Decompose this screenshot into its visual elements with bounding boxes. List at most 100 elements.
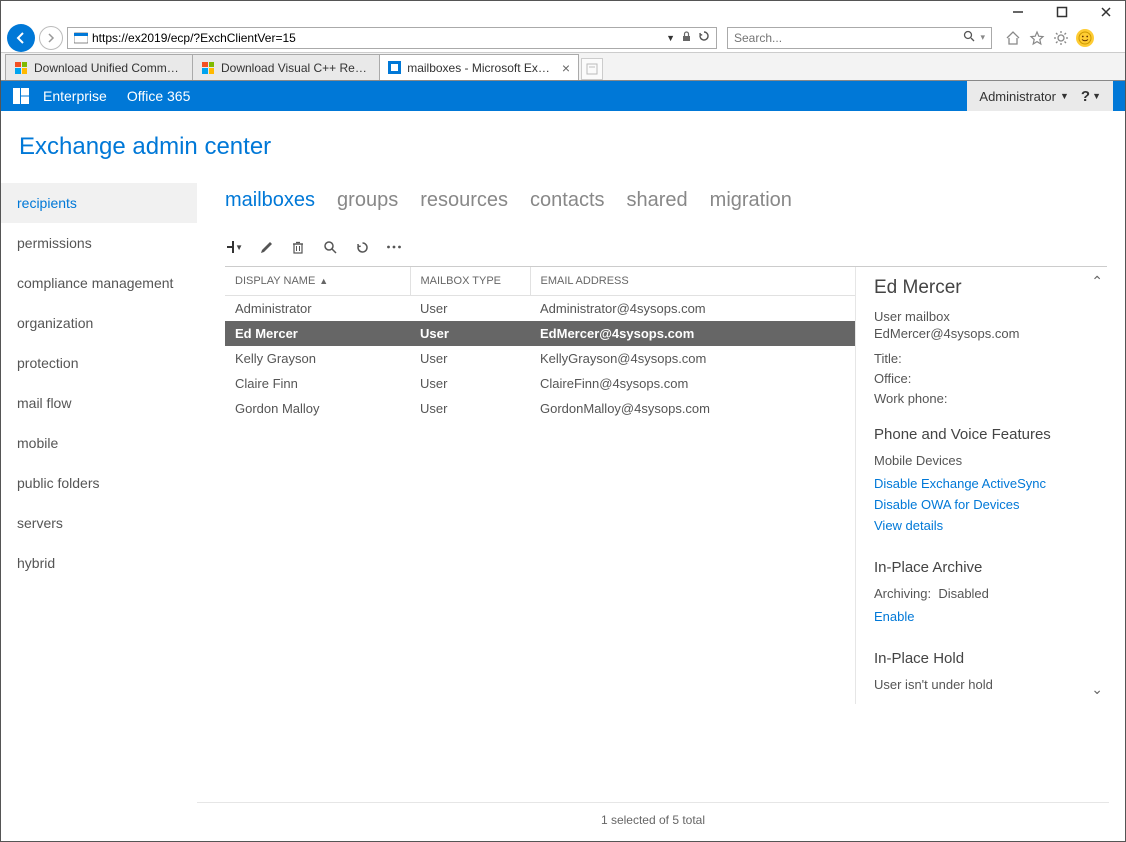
table-row[interactable]: Gordon MalloyUserGordonMalloy@4sysops.co… — [225, 396, 855, 421]
tab-mailboxes-active[interactable]: mailboxes - Microsoft Exch... × — [379, 54, 579, 80]
lock-icon — [681, 30, 692, 45]
section-archive: In-Place Archive — [874, 559, 1097, 576]
status-footer: 1 selected of 5 total — [197, 802, 1109, 827]
sidebar-item-servers[interactable]: servers — [1, 503, 197, 543]
cell-email: ClaireFinn@4sysops.com — [530, 371, 855, 396]
refresh-button[interactable] — [353, 238, 371, 256]
sidebar: recipientspermissionscompliance manageme… — [1, 183, 197, 839]
col-email[interactable]: EMAIL ADDRESS — [530, 267, 855, 296]
table-row[interactable]: Ed MercerUserEdMercer@4sysops.com — [225, 321, 855, 346]
help-icon: ? — [1081, 88, 1090, 105]
col-mailbox-type[interactable]: MAILBOX TYPE — [410, 267, 530, 296]
subtab-groups[interactable]: groups — [337, 189, 398, 212]
url-input[interactable] — [92, 31, 662, 45]
cell-name: Gordon Malloy — [225, 396, 410, 421]
window-maximize-button[interactable] — [1049, 2, 1075, 22]
subtab-shared[interactable]: shared — [627, 189, 688, 212]
more-button[interactable] — [385, 238, 403, 256]
subtab-resources[interactable]: resources — [420, 189, 508, 212]
table-row[interactable]: Kelly GraysonUserKellyGrayson@4sysops.co… — [225, 346, 855, 371]
sidebar-item-protection[interactable]: protection — [1, 343, 197, 383]
cell-type: User — [410, 296, 530, 322]
search-icon[interactable] — [963, 30, 976, 46]
app-launcher-icon[interactable] — [13, 88, 29, 104]
tab-title: Download Unified Communic... — [34, 61, 184, 75]
details-pane: ⌃ Ed Mercer User mailbox EdMercer@4sysop… — [855, 267, 1107, 704]
details-name: Ed Mercer — [874, 277, 1097, 299]
link-view-details[interactable]: View details — [874, 518, 943, 533]
sidebar-item-public-folders[interactable]: public folders — [1, 463, 197, 503]
smiley-icon[interactable] — [1076, 29, 1094, 47]
subtab-migration[interactable]: migration — [710, 189, 792, 212]
sidebar-item-organization[interactable]: organization — [1, 303, 197, 343]
admin-menu[interactable]: Administrator ▼ — [979, 89, 1069, 104]
site-favicon-icon — [74, 31, 88, 45]
sidebar-item-permissions[interactable]: permissions — [1, 223, 197, 263]
link-disable-owa[interactable]: Disable OWA for Devices — [874, 497, 1019, 512]
refresh-icon[interactable] — [698, 30, 710, 45]
tab-title: mailboxes - Microsoft Exch... — [407, 61, 552, 75]
scroll-down-icon[interactable]: ⌄ — [1091, 681, 1103, 698]
subtab-contacts[interactable]: contacts — [530, 189, 604, 212]
mobile-devices-label: Mobile Devices — [874, 453, 1097, 468]
nav-enterprise[interactable]: Enterprise — [43, 88, 107, 104]
window-minimize-button[interactable] — [1005, 2, 1031, 22]
browser-search-input[interactable] — [734, 31, 959, 45]
sidebar-item-mail-flow[interactable]: mail flow — [1, 383, 197, 423]
help-menu[interactable]: ? ▼ — [1081, 88, 1101, 105]
browser-search-box[interactable]: ▾ — [727, 27, 992, 49]
sidebar-item-recipients[interactable]: recipients — [1, 183, 197, 223]
nav-office365[interactable]: Office 365 — [127, 88, 191, 104]
col-display-name[interactable]: DISPLAY NAME▲ — [225, 267, 410, 296]
archiving-row: Archiving: Disabled — [874, 586, 1097, 601]
ms-favicon-icon — [14, 61, 28, 75]
tab-close-icon[interactable]: × — [562, 60, 570, 76]
address-bar[interactable]: ▼ — [67, 27, 717, 49]
scroll-up-icon[interactable]: ⌃ — [1091, 273, 1103, 290]
section-phone-voice: Phone and Voice Features — [874, 426, 1097, 443]
cell-name: Kelly Grayson — [225, 346, 410, 371]
link-enable-archive[interactable]: Enable — [874, 609, 914, 624]
add-button[interactable]: ▼ — [225, 238, 243, 256]
favorites-icon[interactable] — [1028, 29, 1046, 47]
ms-favicon-icon — [201, 61, 215, 75]
cell-email: Administrator@4sysops.com — [530, 296, 855, 322]
details-title: Title: — [874, 351, 1097, 366]
sidebar-item-hybrid[interactable]: hybrid — [1, 543, 197, 583]
nav-forward-button[interactable] — [39, 26, 63, 50]
section-hold: In-Place Hold — [874, 650, 1097, 667]
content-tabs: mailboxes groups resources contacts shared mi… — [225, 183, 1107, 238]
cell-type: User — [410, 346, 530, 371]
cell-email: KellyGrayson@4sysops.com — [530, 346, 855, 371]
cell-name: Ed Mercer — [225, 321, 410, 346]
edit-button[interactable] — [257, 238, 275, 256]
browser-tab-bar: Download Unified Communic... Download Vi… — [1, 53, 1125, 81]
table-toolbar: ▼ — [225, 238, 1107, 266]
table-row[interactable]: Claire FinnUserClaireFinn@4sysops.com — [225, 371, 855, 396]
delete-button[interactable] — [289, 238, 307, 256]
search-dropdown-icon[interactable]: ▾ — [980, 32, 985, 43]
table-row[interactable]: AdministratorUserAdministrator@4sysops.c… — [225, 296, 855, 322]
tab-download-visual-cpp[interactable]: Download Visual C++ Redistri... — [192, 54, 380, 80]
cell-name: Administrator — [225, 296, 410, 322]
home-icon[interactable] — [1004, 29, 1022, 47]
tab-download-unified[interactable]: Download Unified Communic... — [5, 54, 193, 80]
cell-email: EdMercer@4sysops.com — [530, 321, 855, 346]
new-tab-button[interactable] — [581, 58, 603, 80]
window-close-button[interactable] — [1093, 2, 1119, 22]
sidebar-item-compliance-management[interactable]: compliance management — [1, 263, 197, 303]
sort-asc-icon: ▲ — [319, 276, 328, 286]
chevron-down-icon: ▼ — [1060, 91, 1069, 101]
page-title: Exchange admin center — [1, 111, 1125, 183]
gear-icon[interactable] — [1052, 29, 1070, 47]
subtab-mailboxes[interactable]: mailboxes — [225, 189, 315, 212]
search-button[interactable] — [321, 238, 339, 256]
cell-type: User — [410, 371, 530, 396]
url-dropdown-icon[interactable]: ▼ — [666, 33, 675, 43]
ecp-favicon-icon — [388, 61, 401, 75]
link-disable-activesync[interactable]: Disable Exchange ActiveSync — [874, 476, 1046, 491]
cell-type: User — [410, 396, 530, 421]
nav-back-button[interactable] — [7, 24, 35, 52]
cell-email: GordonMalloy@4sysops.com — [530, 396, 855, 421]
sidebar-item-mobile[interactable]: mobile — [1, 423, 197, 463]
